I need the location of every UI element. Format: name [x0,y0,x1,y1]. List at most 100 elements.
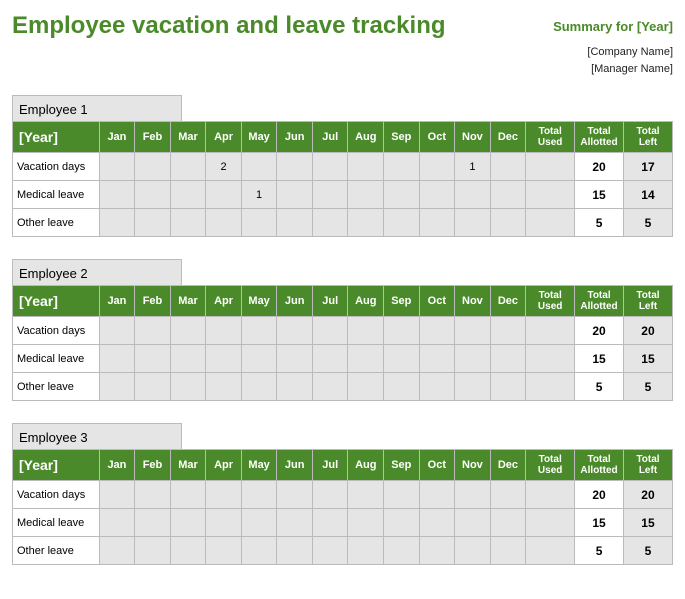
month-cell [348,153,384,181]
col-month: Jul [312,122,348,153]
employee-name: Employee 2 [12,259,182,285]
month-cell [419,537,455,565]
total-allotted-cell: 15 [575,345,624,373]
total-left-cell: 15 [623,509,672,537]
month-cell [170,209,206,237]
month-cell [419,209,455,237]
month-cell [419,153,455,181]
total-allotted-cell: 15 [575,509,624,537]
month-cell [170,373,206,401]
month-cell [277,317,313,345]
month-cell [135,537,171,565]
month-cell [135,181,171,209]
col-month: Jul [312,450,348,481]
month-cell [312,209,348,237]
month-cell [348,209,384,237]
month-cell [99,209,135,237]
month-cell [170,345,206,373]
month-cell [99,481,135,509]
month-cell [135,317,171,345]
total-used-cell [526,345,575,373]
total-left-cell: 15 [623,345,672,373]
month-cell [455,181,491,209]
month-cell [206,209,242,237]
col-month: Feb [135,286,171,317]
month-cell [277,209,313,237]
col-month: Dec [490,286,526,317]
col-month: Jun [277,122,313,153]
col-month: Apr [206,122,242,153]
month-cell [312,509,348,537]
month-cell [348,509,384,537]
col-total-used: Total Used [526,450,575,481]
leave-table: [Year]JanFebMarAprMayJunJulAugSepOctNovD… [12,121,673,237]
total-used-cell [526,481,575,509]
month-cell [490,537,526,565]
month-cell [312,153,348,181]
month-cell [206,509,242,537]
month-cell [455,345,491,373]
month-cell [348,373,384,401]
month-cell [348,345,384,373]
month-cell [348,481,384,509]
month-cell [384,345,420,373]
row-label: Other leave [13,373,100,401]
total-used-cell [526,209,575,237]
month-cell [135,509,171,537]
table-row: Vacation days2020 [13,481,673,509]
col-month: Mar [170,450,206,481]
month-cell [170,537,206,565]
month-cell [490,181,526,209]
row-label: Medical leave [13,509,100,537]
col-month: Aug [348,122,384,153]
month-cell [241,481,277,509]
col-month: Feb [135,450,171,481]
col-total-left: Total Left [623,450,672,481]
month-cell [241,373,277,401]
col-month: Jun [277,450,313,481]
month-cell [490,345,526,373]
row-label: Medical leave [13,181,100,209]
total-used-cell [526,153,575,181]
month-cell [206,317,242,345]
month-cell [419,373,455,401]
month-cell [419,481,455,509]
month-cell [241,153,277,181]
col-total-allotted: Total Allotted [575,122,624,153]
table-row: Medical leave11514 [13,181,673,209]
month-cell [170,481,206,509]
manager-name: [Manager Name] [12,61,673,78]
month-cell [455,317,491,345]
leave-table: [Year]JanFebMarAprMayJunJulAugSepOctNovD… [12,449,673,565]
row-label: Other leave [13,537,100,565]
total-left-cell: 14 [623,181,672,209]
col-total-left: Total Left [623,122,672,153]
col-month: May [241,450,277,481]
month-cell [277,345,313,373]
total-allotted-cell: 20 [575,481,624,509]
month-cell [490,373,526,401]
col-month: Aug [348,450,384,481]
month-cell [455,509,491,537]
row-label: Medical leave [13,345,100,373]
total-allotted-cell: 20 [575,317,624,345]
col-total-used: Total Used [526,286,575,317]
month-cell [277,509,313,537]
month-cell [419,345,455,373]
month-cell [241,509,277,537]
month-cell [312,181,348,209]
month-cell [419,317,455,345]
month-cell [241,317,277,345]
total-allotted-cell: 20 [575,153,624,181]
month-cell [170,317,206,345]
month-cell [312,373,348,401]
col-month: Oct [419,286,455,317]
col-month: Jan [99,450,135,481]
month-cell [99,537,135,565]
col-month: Jul [312,286,348,317]
month-cell [384,373,420,401]
col-month: Sep [384,122,420,153]
row-label: Other leave [13,209,100,237]
total-allotted-cell: 5 [575,537,624,565]
total-used-cell [526,181,575,209]
